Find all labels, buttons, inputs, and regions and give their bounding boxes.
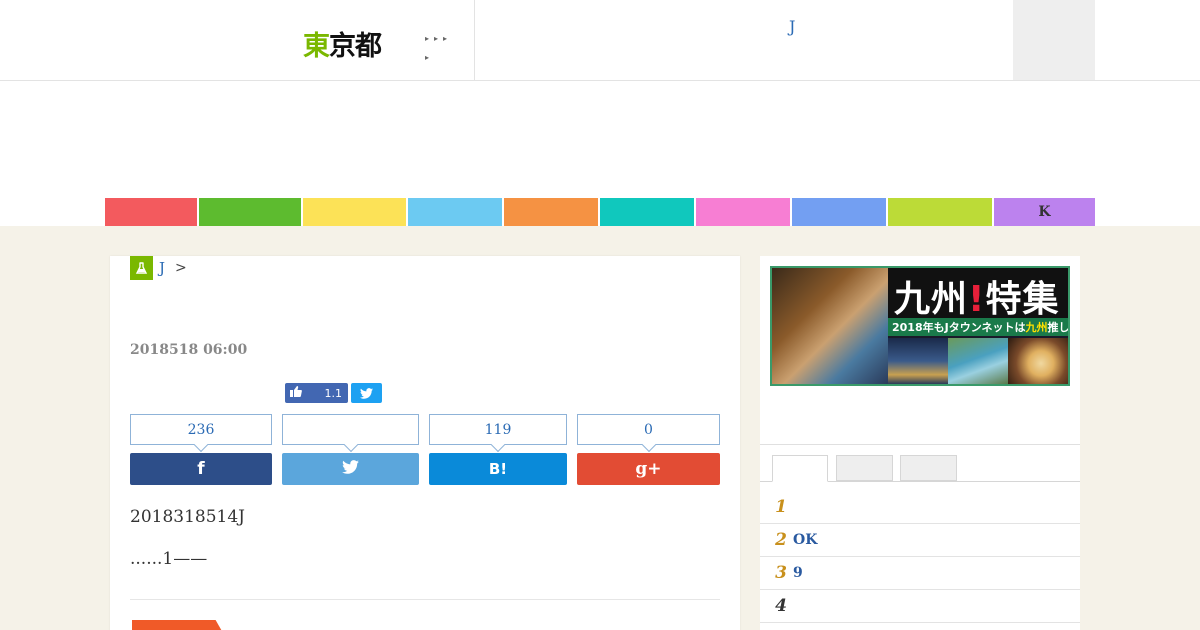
hatena-bookmark-count: 119 (429, 414, 567, 445)
article-panel: J > 2018518 06:00 1.1 236 119 0 f B! g+ … (110, 256, 740, 630)
kyushu-feature-banner[interactable]: 九州!特集 2018年もJタウンネットは九州推し! (770, 266, 1070, 386)
hatena-icon: B! (488, 460, 508, 478)
ranking-tabs-border (760, 444, 1080, 445)
google-plus-share-button[interactable]: g+ (577, 453, 720, 485)
twitter-share-count (282, 414, 419, 445)
ranking-item[interactable]: 2 OK (760, 524, 1080, 557)
ranking-tab-1[interactable] (772, 455, 828, 482)
ranking-tab-3[interactable] (900, 455, 957, 481)
ranking-item[interactable]: 4 (760, 590, 1080, 623)
article-body-line-2: ......1—— (130, 549, 208, 569)
rank-number: 1 (775, 497, 787, 517)
facebook-share-count: 236 (130, 414, 272, 445)
site-logo[interactable]: 東京都 (303, 24, 382, 63)
category-tab-6[interactable] (600, 198, 694, 226)
twitter-icon (342, 459, 359, 479)
category-bar: K (105, 198, 1095, 226)
rank-number: 3 (775, 563, 787, 583)
breadcrumb: J > (130, 256, 187, 280)
breadcrumb-link[interactable]: J (159, 259, 165, 277)
article-date: 2018518 06:00 (130, 342, 248, 358)
rank-number: 2 (775, 530, 787, 550)
category-tab-3[interactable] (303, 198, 406, 226)
banner-thumb-ramen (1008, 338, 1068, 384)
breadcrumb-separator: > (175, 260, 187, 276)
facebook-share-button[interactable]: f (130, 453, 272, 485)
ranking-item[interactable]: 3 9 (760, 557, 1080, 590)
category-tab-2[interactable] (199, 198, 301, 226)
banner-title: 九州!特集 (894, 279, 1060, 320)
facebook-icon: f (197, 459, 205, 479)
ranking-item[interactable]: 1 (760, 491, 1080, 524)
twitter-mini-button[interactable] (351, 383, 382, 403)
google-plus-count: 0 (577, 414, 720, 445)
google-plus-icon: g+ (635, 459, 662, 479)
banner-subtitle: 2018年もJタウンネットは九州推し! (892, 321, 1070, 334)
hatena-share-button[interactable]: B! (429, 453, 567, 485)
thumbs-up-icon (290, 386, 302, 400)
social-mini-buttons: 1.1 (285, 383, 382, 403)
header-divider (474, 0, 475, 80)
category-tab-5[interactable] (504, 198, 598, 226)
twitter-bird-icon (360, 384, 373, 403)
flask-icon (130, 256, 153, 280)
category-tab-4[interactable] (408, 198, 502, 226)
top-bar: 東京都 ▸▸▸ ▸ J (0, 0, 1200, 81)
category-tab-8[interactable] (792, 198, 886, 226)
rank-title: OK (793, 532, 818, 548)
facebook-like-count: 1.1 (324, 386, 343, 400)
rank-title: 9 (793, 565, 803, 581)
article-body-line-1: 2018318514J (130, 507, 245, 527)
section-label-tab (132, 620, 227, 630)
banner-thumb-nightview (888, 338, 948, 384)
top-link[interactable]: J (789, 17, 795, 36)
category-tab-10[interactable]: K (994, 198, 1095, 226)
header-search-box[interactable] (1013, 0, 1095, 80)
article-divider (130, 599, 720, 600)
sidebar: 九州!特集 2018年もJタウンネットは九州推し! 1 2 OK 3 9 4 (760, 256, 1080, 630)
nav-dots[interactable]: ▸▸▸ ▸ (425, 29, 465, 67)
site-header: 東京都 ▸▸▸ ▸ J K (0, 0, 1200, 226)
rank-number: 4 (775, 596, 787, 616)
facebook-like-button[interactable]: 1.1 (285, 383, 348, 403)
banner-thumb-hotspring (948, 338, 1008, 384)
ranking-tab-2[interactable] (836, 455, 893, 481)
category-tab-9[interactable] (888, 198, 992, 226)
category-tab-1[interactable] (105, 198, 197, 226)
banner-photo (772, 268, 888, 384)
twitter-share-button[interactable] (282, 453, 419, 485)
category-tab-7[interactable] (696, 198, 790, 226)
